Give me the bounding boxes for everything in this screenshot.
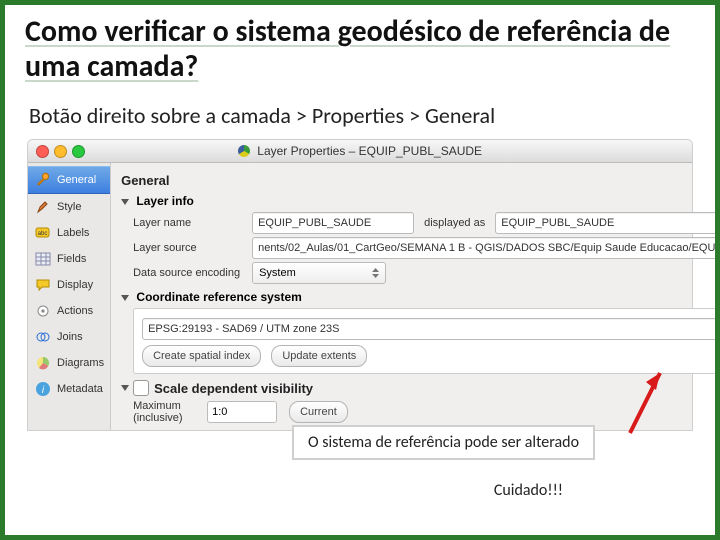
checkbox-sdv[interactable] bbox=[133, 380, 149, 396]
window-title: Layer Properties – EQUIP_PUBL_SAUDE bbox=[28, 144, 692, 158]
table-icon bbox=[34, 250, 52, 268]
annotation-box: O sistema de referência pode ser alterad… bbox=[292, 425, 595, 460]
label-layer-name: Layer name bbox=[133, 217, 248, 229]
current-button[interactable]: Current bbox=[289, 401, 348, 423]
label-icon: abc bbox=[34, 224, 52, 242]
sidebar-item-label: Diagrams bbox=[57, 357, 104, 369]
section-header-crs[interactable]: Coordinate reference system bbox=[121, 290, 720, 304]
input-maximum-scale[interactable]: 1:0 bbox=[207, 401, 277, 423]
slide-subtitle: Botão direito sobre a camada > Propertie… bbox=[29, 102, 695, 129]
label-displayed-as: displayed as bbox=[424, 217, 485, 229]
sidebar-item-metadata[interactable]: i Metadata bbox=[28, 376, 110, 402]
info-icon: i bbox=[34, 380, 52, 398]
select-encoding[interactable]: System bbox=[252, 262, 386, 284]
panel-general: General Layer info Layer name EQUIP_PUBL… bbox=[111, 163, 720, 430]
qgis-icon bbox=[238, 145, 250, 157]
label-encoding: Data source encoding bbox=[133, 267, 248, 279]
svg-text:abc: abc bbox=[38, 231, 48, 237]
sidebar-item-label: Style bbox=[57, 201, 81, 213]
titlebar: Layer Properties – EQUIP_PUBL_SAUDE bbox=[28, 140, 692, 163]
sidebar-item-general[interactable]: General bbox=[28, 166, 110, 194]
brush-icon bbox=[34, 198, 52, 216]
create-spatial-index-button[interactable]: Create spatial index bbox=[142, 345, 261, 367]
sidebar-item-label: Display bbox=[57, 279, 93, 291]
sidebar: General Style abc Labels Fields Display bbox=[28, 163, 111, 430]
crs-field[interactable]: EPSG:29193 - SAD69 / UTM zone 23S bbox=[142, 318, 720, 340]
sidebar-item-label: Fields bbox=[57, 253, 86, 265]
speech-icon bbox=[34, 276, 52, 294]
joins-icon bbox=[34, 328, 52, 346]
sidebar-item-diagrams[interactable]: Diagrams bbox=[28, 350, 110, 376]
label-layer-source: Layer source bbox=[133, 242, 248, 254]
sidebar-item-label: Actions bbox=[57, 305, 93, 317]
gear-icon bbox=[34, 302, 52, 320]
label-maximum: Maximum (inclusive) bbox=[133, 400, 203, 424]
input-layer-name[interactable]: EQUIP_PUBL_SAUDE bbox=[252, 212, 414, 234]
chevron-down-icon bbox=[121, 295, 129, 301]
input-layer-source[interactable]: nents/02_Aulas/01_CartGeo/SEMANA 1 B - Q… bbox=[252, 237, 720, 259]
chevron-down-icon bbox=[121, 199, 129, 205]
sidebar-item-joins[interactable]: Joins bbox=[28, 324, 110, 350]
sidebar-item-display[interactable]: Display bbox=[28, 272, 110, 298]
sidebar-item-fields[interactable]: Fields bbox=[28, 246, 110, 272]
pie-icon bbox=[34, 354, 52, 372]
sidebar-item-labels[interactable]: abc Labels bbox=[28, 220, 110, 246]
input-displayed-as[interactable]: EQUIP_PUBL_SAUDE bbox=[495, 212, 720, 234]
panel-header: General bbox=[121, 173, 720, 188]
sidebar-item-label: Metadata bbox=[57, 383, 103, 395]
section-header-layer-info[interactable]: Layer info bbox=[121, 194, 720, 208]
sidebar-item-style[interactable]: Style bbox=[28, 194, 110, 220]
sidebar-item-actions[interactable]: Actions bbox=[28, 298, 110, 324]
annotation-warning: Cuidado!!! bbox=[494, 481, 563, 500]
slide-title: Como verificar o sistema geodésico de re… bbox=[25, 15, 695, 84]
chevron-down-icon bbox=[121, 385, 129, 391]
layer-properties-dialog: Layer Properties – EQUIP_PUBL_SAUDE Gene… bbox=[27, 139, 693, 431]
section-header-sdv[interactable]: Scale dependent visibility bbox=[121, 380, 720, 396]
crs-box: EPSG:29193 - SAD69 / UTM zone 23S Specif… bbox=[133, 308, 720, 374]
wrench-icon bbox=[34, 171, 52, 189]
sidebar-item-label: General bbox=[57, 174, 96, 186]
sidebar-item-label: Joins bbox=[57, 331, 83, 343]
update-extents-button[interactable]: Update extents bbox=[271, 345, 367, 367]
sidebar-item-label: Labels bbox=[57, 227, 89, 239]
